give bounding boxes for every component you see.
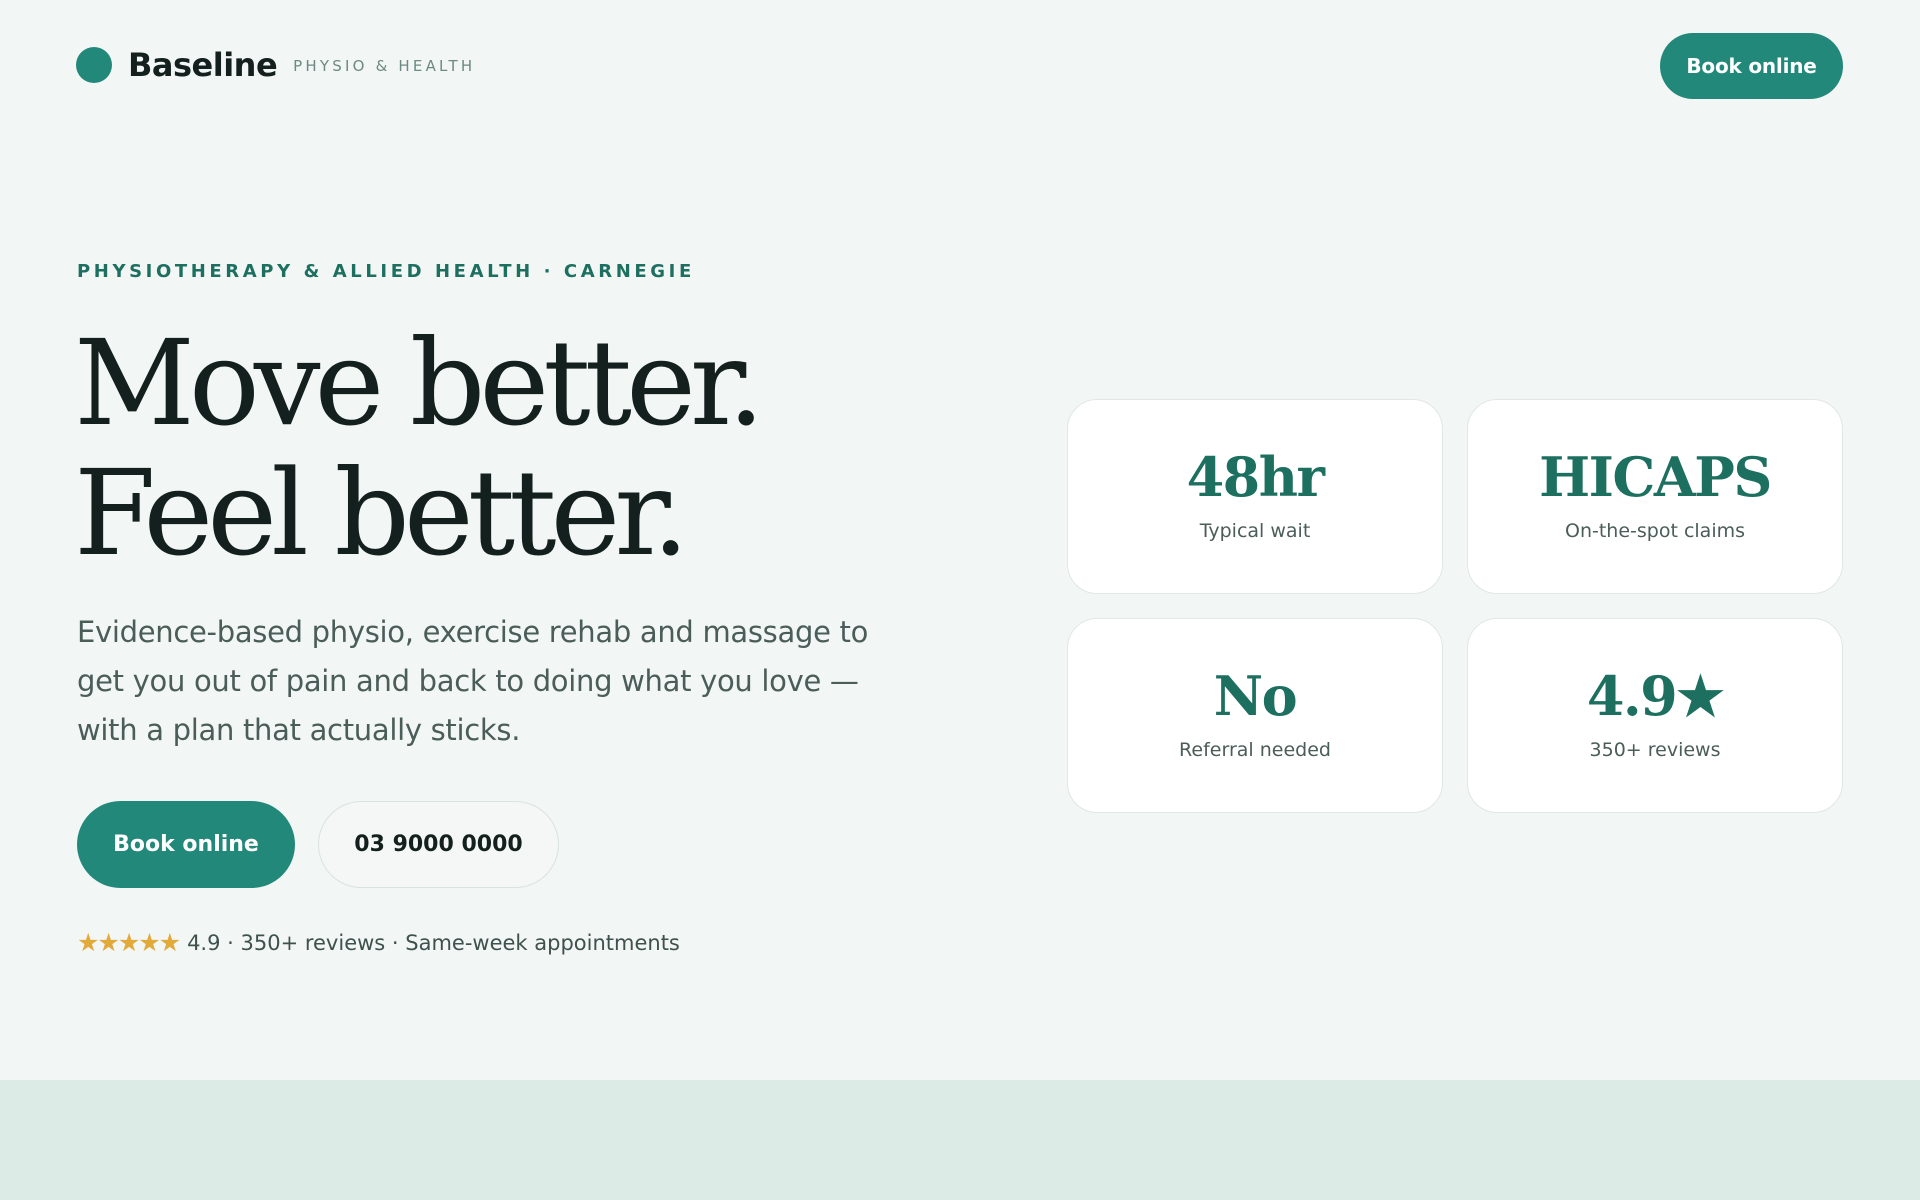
stat-value: 4.9★ — [1586, 664, 1725, 728]
stat-label: Referral needed — [1179, 739, 1331, 761]
stats-grid: 48hr Typical wait HICAPS On-the-spot cla… — [1067, 399, 1843, 813]
stat-card-referral: No Referral needed — [1067, 618, 1443, 813]
stat-label: 350+ reviews — [1589, 739, 1721, 761]
header-book-online-button[interactable]: Book online — [1660, 33, 1843, 99]
stat-value: No — [1213, 664, 1298, 728]
brand-dot-icon — [76, 47, 112, 83]
phone-button[interactable]: 03 9000 0000 — [318, 801, 559, 888]
hero-actions: Book online 03 9000 0000 — [77, 801, 559, 888]
book-online-button[interactable]: Book online — [77, 801, 295, 888]
site-header: Baseline PHYSIO & HEALTH Book online — [0, 0, 1920, 132]
next-section-band — [0, 1080, 1920, 1200]
rating-text: 4.9 · 350+ reviews · Same-week appointme… — [187, 930, 680, 955]
star-icon: ★★★★★ — [77, 928, 181, 957]
stat-label: On-the-spot claims — [1564, 520, 1746, 542]
stat-value: HICAPS — [1539, 445, 1772, 509]
stat-value: 48hr — [1186, 445, 1325, 509]
hero-headline-line-2: Feel better. — [74, 444, 689, 582]
stat-label: Typical wait — [1199, 520, 1311, 542]
stat-card-wait: 48hr Typical wait — [1067, 399, 1443, 594]
hero-eyebrow: PHYSIOTHERAPY & ALLIED HEALTH · CARNEGIE — [77, 261, 695, 282]
hero-headline: Move better. Feel better. — [74, 314, 765, 582]
rating-summary: ★★★★★ 4.9 · 350+ reviews · Same-week app… — [77, 928, 680, 957]
hero-headline-line-1: Move better. — [74, 314, 765, 452]
hero-description: Evidence-based physio, exercise rehab an… — [77, 615, 869, 747]
brand-tagline: PHYSIO & HEALTH — [293, 57, 476, 75]
stat-card-reviews: 4.9★ 350+ reviews — [1467, 618, 1843, 813]
brand-name: Baseline — [128, 46, 278, 84]
stat-card-hicaps: HICAPS On-the-spot claims — [1467, 399, 1843, 594]
brand-logo[interactable]: Baseline PHYSIO & HEALTH — [76, 46, 475, 84]
